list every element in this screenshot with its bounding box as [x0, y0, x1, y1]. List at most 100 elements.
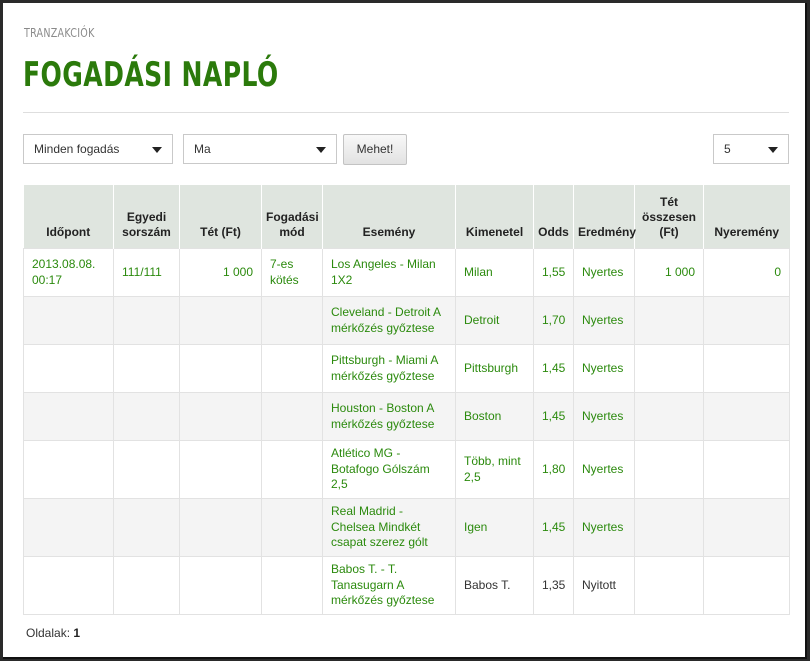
cell-event: Cleveland - Detroit A mérkőzés győztese [322, 296, 456, 345]
go-button[interactable]: Mehet! [343, 134, 407, 165]
table-body: 2013.08.08. 00:17 111/111 1 000 7-es kötés L… [23, 248, 790, 615]
col-header-event: Esemény [322, 185, 456, 249]
page-size-value: 5 [724, 142, 731, 156]
cell-time: 2013.08.08. 00:17 [23, 248, 114, 297]
cell-time [23, 498, 114, 557]
cell-time [23, 344, 114, 393]
table-row: Cleveland - Detroit A mérkőzés győztese D… [23, 296, 790, 345]
col-header-serial: Egyedi sorszám [113, 185, 180, 249]
cell-stake: 1 000 [179, 248, 262, 297]
cell-event: Atlético MG - Botafogo Gólszám 2,5 [322, 440, 456, 499]
cell-time [23, 392, 114, 441]
cell-event: Babos T. - T. Tanasugarn A mérkőzés győz… [322, 556, 456, 615]
cell-time [23, 440, 114, 499]
page-frame: TRANZAKCIÓK FOGADÁSI NAPLÓ Minden fogadá… [3, 3, 807, 659]
cell-outcome: Boston [455, 392, 534, 441]
bet-type-select[interactable]: Minden fogadás [23, 134, 173, 164]
page-title: FOGADÁSI NAPLÓ [23, 55, 279, 95]
chevron-down-icon [316, 147, 326, 153]
cell-mode [261, 440, 323, 499]
cell-outcome: Babos T. [455, 556, 534, 615]
cell-stake [179, 498, 262, 557]
cell-total [634, 344, 704, 393]
page-size-select[interactable]: 5 [713, 134, 789, 164]
cell-mode [261, 556, 323, 615]
period-value: Ma [194, 142, 211, 156]
pagination: Oldalak: 1 [26, 626, 80, 640]
cell-stake [179, 392, 262, 441]
divider [23, 112, 789, 113]
cell-winnings [703, 344, 790, 393]
cell-outcome: Detroit [455, 296, 534, 345]
cell-total: 1 000 [634, 248, 704, 297]
col-header-stake: Tét (Ft) [179, 185, 262, 249]
cell-outcome: Pittsburgh [455, 344, 534, 393]
cell-winnings [703, 556, 790, 615]
cell-serial [113, 392, 180, 441]
cell-outcome: Több, mint 2,5 [455, 440, 534, 499]
cell-odds: 1,45 [533, 392, 574, 441]
table-row: Real Madrid - Chelsea Mindkét csapat sze… [23, 498, 790, 557]
cell-time [23, 556, 114, 615]
cell-mode [261, 498, 323, 557]
section-label: TRANZAKCIÓK [24, 25, 95, 40]
cell-result: Nyertes [573, 498, 635, 557]
cell-stake [179, 440, 262, 499]
cell-winnings [703, 296, 790, 345]
cell-result: Nyertes [573, 344, 635, 393]
chevron-down-icon [152, 147, 162, 153]
cell-odds: 1,45 [533, 344, 574, 393]
cell-result: Nyertes [573, 392, 635, 441]
cell-winnings [703, 498, 790, 557]
period-select[interactable]: Ma [183, 134, 337, 164]
cell-event: Los Angeles - Milan 1X2 [322, 248, 456, 297]
table-header-row: Időpont Egyedi sorszám Tét (Ft) Fogadási… [23, 185, 790, 249]
cell-odds: 1,80 [533, 440, 574, 499]
cell-time [23, 296, 114, 345]
cell-mode: 7-es kötés [261, 248, 323, 297]
cell-result: Nyertes [573, 248, 635, 297]
cell-serial [113, 498, 180, 557]
cell-total [634, 392, 704, 441]
cell-odds: 1,35 [533, 556, 574, 615]
cell-serial [113, 296, 180, 345]
col-header-mode: Fogadási mód [261, 185, 323, 249]
cell-total [634, 498, 704, 557]
cell-winnings [703, 392, 790, 441]
cell-result: Nyitott [573, 556, 635, 615]
cell-mode [261, 344, 323, 393]
cell-outcome: Milan [455, 248, 534, 297]
table-row: Atlético MG - Botafogo Gólszám 2,5 Több, … [23, 440, 790, 499]
cell-odds: 1,70 [533, 296, 574, 345]
cell-event: Houston - Boston A mérkőzés győztese [322, 392, 456, 441]
bet-type-value: Minden fogadás [34, 142, 120, 156]
cell-serial: 111/111 [113, 248, 180, 297]
col-header-outcome: Kimenetel [455, 185, 534, 249]
cell-total [634, 296, 704, 345]
cell-serial [113, 556, 180, 615]
cell-total [634, 440, 704, 499]
cell-mode [261, 296, 323, 345]
cell-stake [179, 296, 262, 345]
col-header-result: Eredmény [573, 185, 636, 249]
chevron-down-icon [768, 147, 778, 153]
cell-winnings: 0 [703, 248, 790, 297]
cell-mode [261, 392, 323, 441]
pagination-label: Oldalak: [26, 626, 71, 640]
cell-stake [179, 344, 262, 393]
cell-total [634, 556, 704, 615]
cell-serial [113, 440, 180, 499]
table-row: 2013.08.08. 00:17 111/111 1 000 7-es kötés L… [23, 248, 790, 297]
cell-stake [179, 556, 262, 615]
col-header-odds: Odds [533, 185, 574, 249]
cell-winnings [703, 440, 790, 499]
page-link[interactable]: 1 [73, 626, 80, 640]
cell-result: Nyertes [573, 440, 635, 499]
cell-odds: 1,45 [533, 498, 574, 557]
table-row: Babos T. - T. Tanasugarn A mérkőzés győz… [23, 556, 790, 615]
cell-odds: 1,55 [533, 248, 574, 297]
cell-event: Real Madrid - Chelsea Mindkét csapat sze… [322, 498, 456, 557]
bet-log-table: Időpont Egyedi sorszám Tét (Ft) Fogadási… [23, 185, 790, 615]
col-header-time: Időpont [23, 185, 114, 249]
col-header-total: Tét összesen (Ft) [634, 185, 704, 249]
